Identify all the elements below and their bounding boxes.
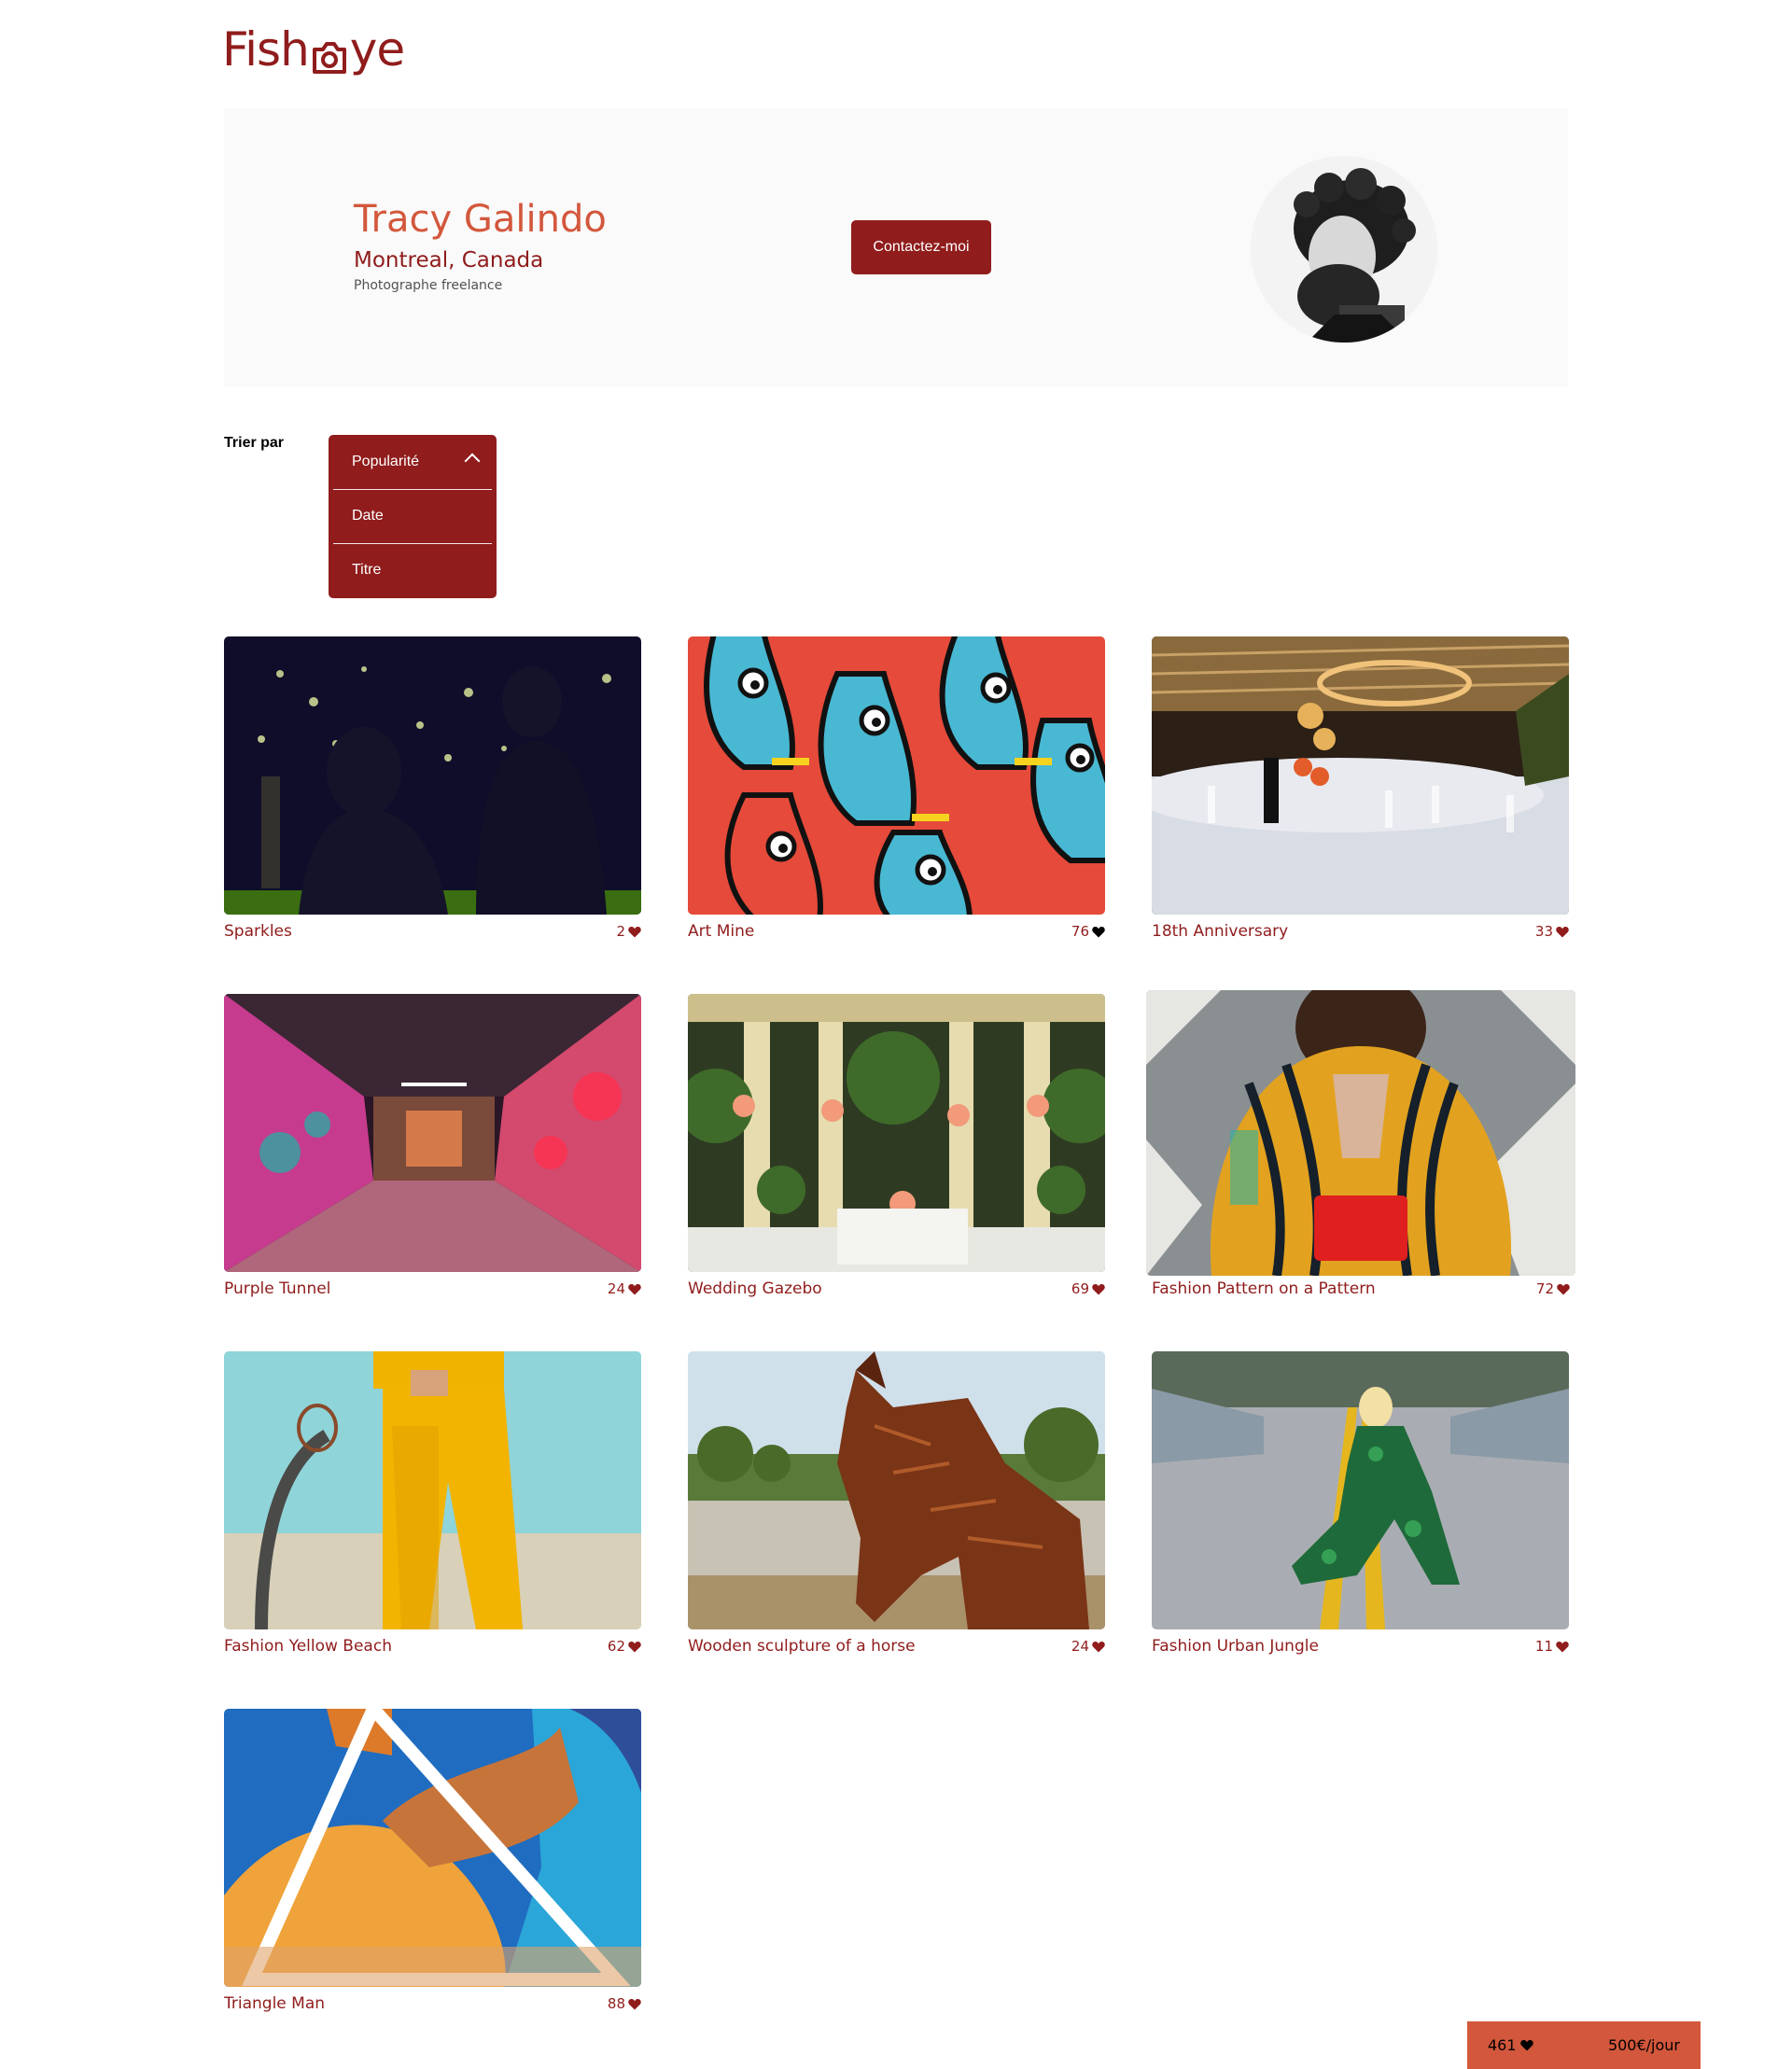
media-card[interactable]: Art Mine 76: [688, 636, 1105, 944]
like-counter[interactable]: 76: [1071, 923, 1105, 940]
logo-text-right: ye: [349, 22, 405, 77]
media-card[interactable]: 18th Anniversary 33: [1152, 636, 1569, 944]
heart-icon[interactable]: [628, 1283, 641, 1295]
like-count: 72: [1535, 1280, 1554, 1297]
daily-price: 500€/jour: [1607, 2036, 1680, 2054]
like-count: 2: [616, 923, 625, 940]
sort-option-popularity[interactable]: Popularité: [329, 435, 497, 489]
camera-icon: [311, 33, 348, 74]
media-card[interactable]: Fashion Yellow Beach 62: [224, 1351, 641, 1659]
media-card[interactable]: Fashion Urban Jungle 11: [1152, 1351, 1569, 1659]
media-card[interactable]: Fashion Pattern on a Pattern 72: [1146, 990, 1575, 1302]
photographer-tagline: Photographe freelance: [354, 278, 503, 293]
heart-icon[interactable]: [1556, 1641, 1569, 1653]
heart-icon[interactable]: [628, 1641, 641, 1653]
sort-option-label: Titre: [352, 562, 382, 578]
like-count: 24: [1071, 1638, 1089, 1655]
media-thumbnail-fashion-yellow-beach[interactable]: [224, 1351, 641, 1629]
chevron-up-icon[interactable]: [464, 453, 481, 469]
media-card[interactable]: Wedding Gazebo 69: [688, 994, 1105, 1302]
media-title: Art Mine: [688, 922, 755, 941]
likes-price-bar: 461 500€/jour: [1467, 2021, 1701, 2069]
heart-icon[interactable]: [628, 926, 641, 938]
media-thumbnail-purple-tunnel[interactable]: [224, 994, 641, 1272]
media-title: Fashion Yellow Beach: [224, 1637, 392, 1656]
heart-icon[interactable]: [1092, 1283, 1105, 1295]
media-card[interactable]: Sparkles 2: [224, 636, 641, 944]
media-thumbnail-wedding-gazebo[interactable]: [688, 994, 1105, 1272]
like-counter[interactable]: 69: [1071, 1280, 1105, 1297]
like-count: 33: [1534, 923, 1553, 940]
sort-option-label: Date: [352, 508, 384, 524]
heart-icon[interactable]: [1092, 926, 1105, 938]
like-counter[interactable]: 62: [608, 1638, 641, 1655]
media-title: Wedding Gazebo: [688, 1279, 822, 1298]
total-likes-count: 461: [1488, 2036, 1517, 2054]
like-counter[interactable]: 33: [1535, 923, 1569, 940]
sort-label: Trier par: [224, 435, 285, 451]
media-thumbnail-fashion-urban-jungle[interactable]: [1152, 1351, 1569, 1629]
media-title: Fashion Pattern on a Pattern: [1152, 1279, 1376, 1298]
media-title: Triangle Man: [224, 1994, 326, 2013]
contact-button[interactable]: Contactez-moi: [851, 220, 991, 274]
like-count: 69: [1071, 1280, 1089, 1297]
heart-icon: [1519, 2040, 1533, 2051]
media-card[interactable]: Wooden sculpture of a horse 24: [688, 1351, 1105, 1659]
media-thumbnail-wooden-horse[interactable]: [688, 1351, 1105, 1629]
media-card[interactable]: Purple Tunnel 24: [224, 994, 641, 1302]
heart-icon[interactable]: [1556, 926, 1569, 938]
like-counter[interactable]: 88: [608, 1995, 641, 2012]
sort-option-date[interactable]: Date: [329, 489, 497, 543]
logo-text-left: Fish: [222, 22, 310, 77]
like-counter[interactable]: 11: [1535, 1638, 1569, 1655]
media-thumbnail-fashion-pattern[interactable]: [1146, 990, 1575, 1276]
media-title: Purple Tunnel: [224, 1279, 331, 1298]
like-counter[interactable]: 72: [1536, 1280, 1570, 1297]
like-counter[interactable]: 24: [1071, 1638, 1105, 1655]
like-count: 24: [607, 1280, 625, 1297]
media-title: Sparkles: [224, 922, 292, 941]
fisheye-logo[interactable]: Fish ye: [222, 21, 405, 78]
sort-option-label: Popularité: [352, 454, 420, 469]
like-counter[interactable]: 24: [608, 1280, 641, 1297]
total-likes: 461: [1488, 2036, 1533, 2054]
like-count: 62: [607, 1638, 625, 1655]
media-thumbnail-triangle-man[interactable]: [224, 1709, 641, 1987]
media-title: 18th Anniversary: [1152, 922, 1289, 941]
photographer-location: Montreal, Canada: [354, 248, 544, 273]
like-count: 76: [1071, 923, 1089, 940]
heart-icon[interactable]: [1557, 1283, 1570, 1295]
sort-option-title[interactable]: Titre: [329, 543, 497, 597]
media-card[interactable]: Triangle Man 88: [224, 1709, 641, 2017]
like-count: 88: [607, 1995, 625, 2012]
media-thumbnail-18th-anniversary[interactable]: [1152, 636, 1569, 915]
heart-icon[interactable]: [628, 1998, 641, 2010]
media-title: Fashion Urban Jungle: [1152, 1637, 1319, 1656]
media-title: Wooden sculpture of a horse: [688, 1637, 916, 1656]
heart-icon[interactable]: [1092, 1641, 1105, 1653]
photographer-name: Tracy Galindo: [354, 198, 607, 241]
media-thumbnail-art-mine[interactable]: [688, 636, 1105, 915]
like-counter[interactable]: 2: [616, 923, 641, 940]
like-count: 11: [1534, 1638, 1553, 1655]
media-thumbnail-sparkles[interactable]: [224, 636, 641, 915]
avatar: [1251, 156, 1437, 343]
sort-dropdown[interactable]: Popularité Date Titre: [329, 435, 497, 598]
